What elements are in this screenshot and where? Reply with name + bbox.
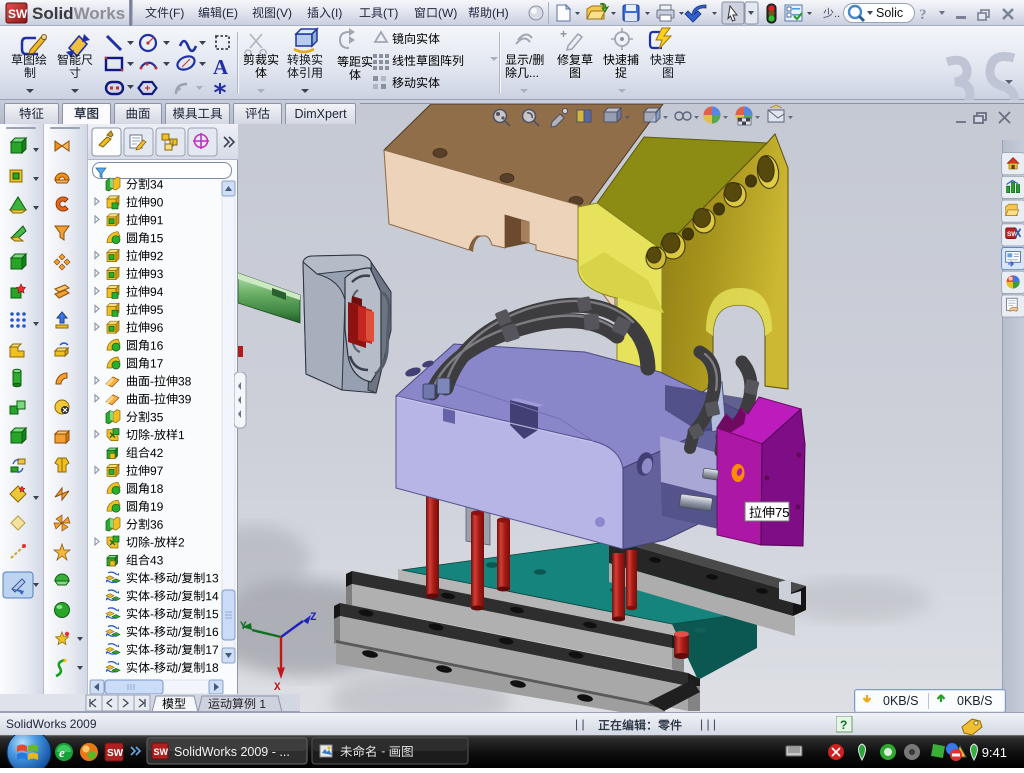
svg-text:?: ? xyxy=(919,7,927,23)
svg-text:SW: SW xyxy=(107,748,124,759)
svg-text:Solic: Solic xyxy=(876,6,903,20)
svg-text:0KB/S: 0KB/S xyxy=(883,694,918,708)
svg-text:SW: SW xyxy=(154,747,169,757)
svg-text:Z: Z xyxy=(310,612,317,624)
svg-text:A: A xyxy=(213,55,229,79)
svg-text:Y: Y xyxy=(240,621,247,633)
svg-text:0KB/S: 0KB/S xyxy=(957,694,992,708)
svg-text:X: X xyxy=(274,682,281,694)
svg-text:e: e xyxy=(59,745,65,760)
svg-text:?: ? xyxy=(840,718,847,732)
svg-text:+: + xyxy=(560,27,567,41)
svg-text:SolidWorks 2009 - ...: SolidWorks 2009 - ... xyxy=(174,745,290,759)
svg-text:9:41: 9:41 xyxy=(982,745,1007,760)
